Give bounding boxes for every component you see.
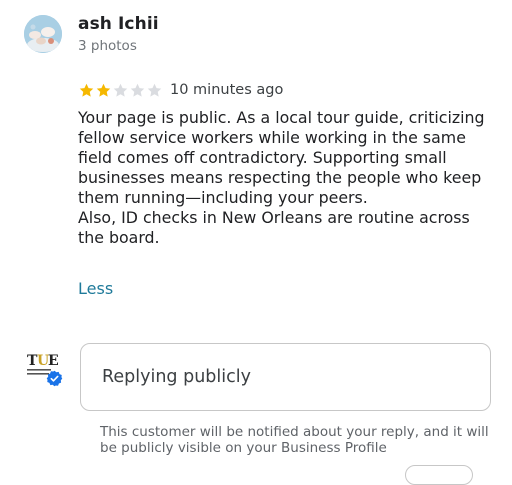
reviewer-avatar-icon[interactable] bbox=[24, 15, 62, 53]
star-filled-icon bbox=[96, 83, 111, 97]
reply-input[interactable] bbox=[100, 366, 474, 388]
post-reply-button[interactable] bbox=[405, 465, 473, 485]
review-paragraph: Also, ID checks in New Orleans are routi… bbox=[78, 208, 470, 247]
rating-row: 10 minutes ago bbox=[78, 80, 283, 100]
star-empty-icon bbox=[147, 83, 162, 97]
reviewer-photo-count: 3 photos bbox=[78, 38, 137, 54]
reviewer-name[interactable]: ash Ichii bbox=[78, 14, 159, 34]
review-text: Your page is public. As a local tour gui… bbox=[78, 108, 498, 248]
star-filled-icon bbox=[79, 83, 94, 97]
verified-badge-icon bbox=[46, 370, 63, 387]
reply-notice: This customer will be notified about you… bbox=[100, 424, 489, 456]
star-empty-icon bbox=[130, 83, 145, 97]
less-link[interactable]: Less bbox=[78, 279, 113, 298]
review-time: 10 minutes ago bbox=[170, 82, 284, 98]
svg-text:E: E bbox=[48, 353, 59, 369]
star-empty-icon bbox=[113, 83, 128, 97]
review-paragraph: Your page is public. As a local tour gui… bbox=[78, 108, 485, 207]
reply-box[interactable] bbox=[80, 343, 491, 411]
star-rating bbox=[78, 82, 163, 99]
